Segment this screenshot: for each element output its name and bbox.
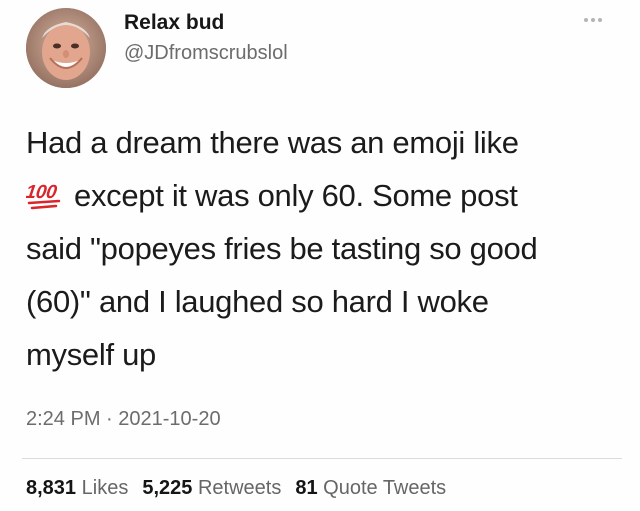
retweets-count: 5,225	[142, 477, 193, 499]
retweets-stat[interactable]: 5,225 Retweets	[142, 477, 281, 500]
tweet-line-3: said "popeyes fries be tasting so good	[26, 231, 538, 266]
more-options-icon[interactable]	[584, 18, 602, 22]
more-dot	[598, 18, 602, 22]
tweet-timestamp[interactable]: 2:24 PM · 2021-10-20	[26, 408, 221, 431]
quotes-count: 81	[295, 477, 318, 499]
divider	[22, 458, 622, 459]
avatar-image	[26, 8, 106, 88]
likes-stat[interactable]: 8,831 Likes	[26, 477, 128, 500]
quotes-label: Quote Tweets	[323, 477, 447, 499]
tweet-text: Had a dream there was an emoji like 100 …	[26, 116, 626, 381]
author-name[interactable]: Relax bud	[124, 11, 224, 35]
avatar[interactable]	[26, 8, 106, 88]
likes-count: 8,831	[26, 477, 77, 499]
tweet-line-1: Had a dream there was an emoji like	[26, 125, 519, 160]
more-dot	[591, 18, 595, 22]
tweet-line-2-text: except it was only 60. Some post	[74, 178, 518, 213]
retweets-label: Retweets	[197, 477, 282, 499]
tweet-line-2: 100 except it was only 60. Some post	[26, 169, 626, 222]
author-handle[interactable]: @JDfromscrubslol	[124, 42, 288, 65]
more-dot	[584, 18, 588, 22]
tweet-card: Relax bud @JDfromscrubslol Had a dream t…	[0, 0, 640, 511]
tweet-line-5: myself up	[26, 337, 156, 372]
svg-text:100: 100	[26, 182, 59, 203]
quotes-stat[interactable]: 81 Quote Tweets	[295, 477, 446, 500]
tweet-stats: 8,831 Likes 5,225 Retweets 81 Quote Twee…	[26, 477, 446, 500]
tweet-line-4: (60)" and I laughed so hard I woke	[26, 284, 489, 319]
likes-label: Likes	[81, 477, 129, 499]
hundred-points-emoji: 100	[26, 182, 61, 210]
